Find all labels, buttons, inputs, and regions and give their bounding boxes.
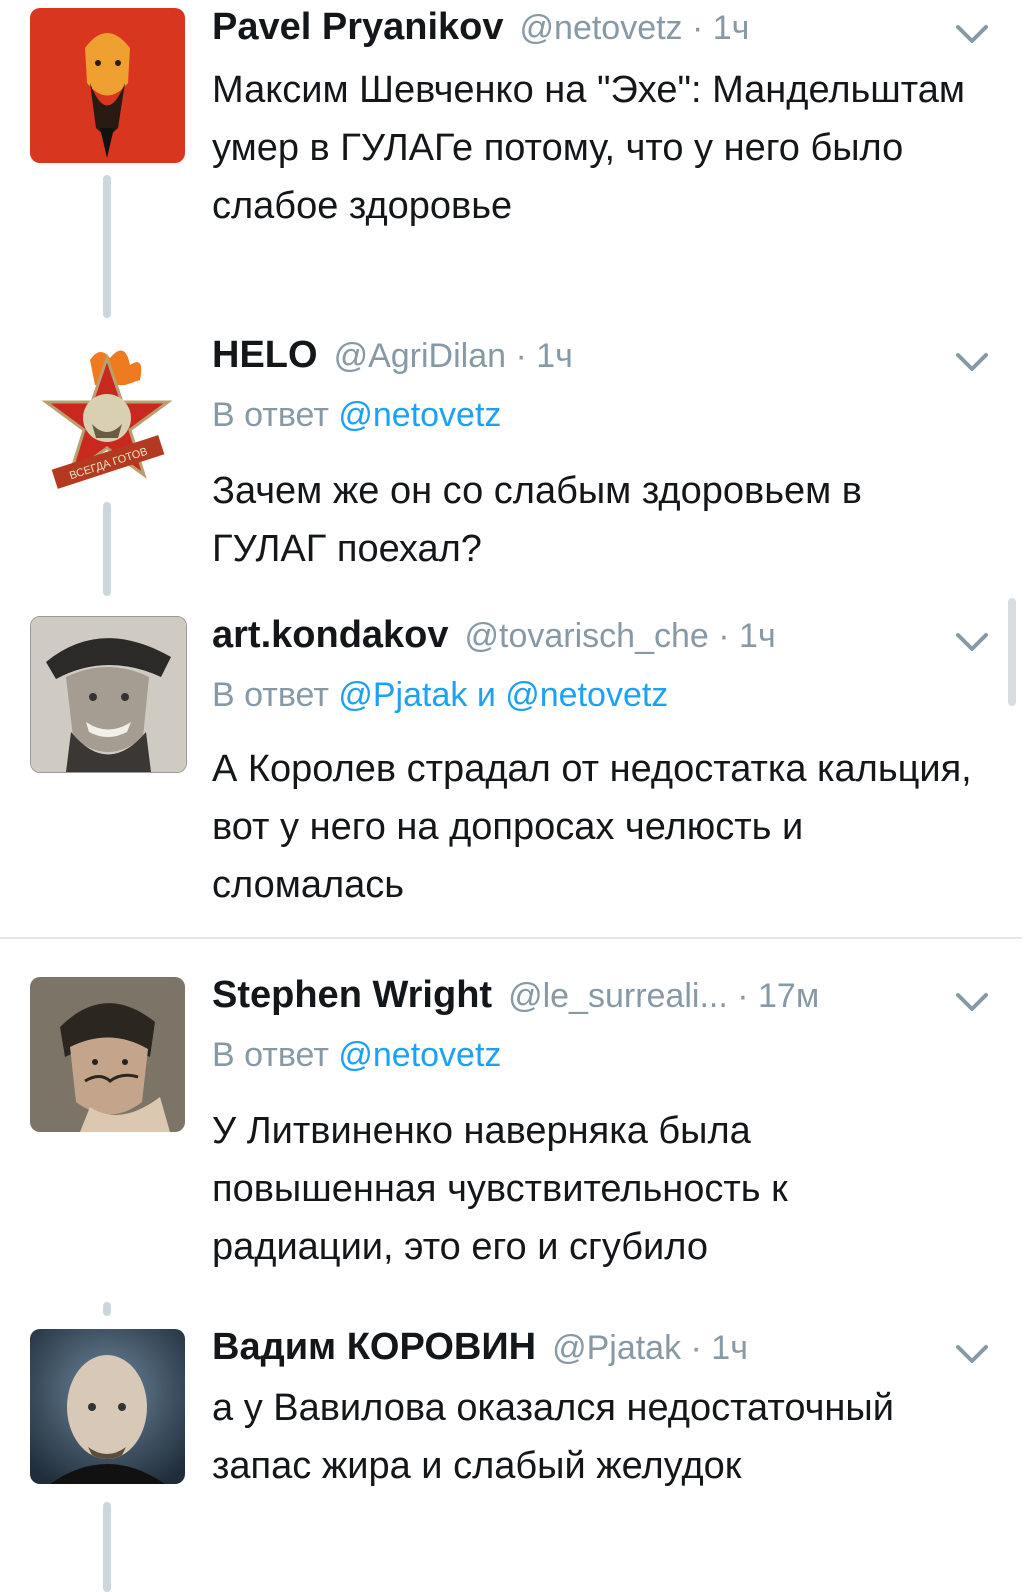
- tweet-text: а у Вавилова оказался недостаточный запа…: [212, 1387, 894, 1487]
- author-name[interactable]: HELO: [212, 334, 318, 377]
- tweet-text: Максим Шевченко на "Эхе": Мандельштам ум…: [212, 69, 966, 227]
- avatar[interactable]: [30, 977, 185, 1132]
- tweet-text: У Литвиненко наверняка была повышенная ч…: [212, 1110, 788, 1268]
- reply-mention-link[interactable]: @netovetz: [338, 1036, 501, 1074]
- tweet-header: Pavel Pryanikov @netovetz · 1ч: [212, 6, 749, 66]
- author-handle-time[interactable]: @Pjatak · 1ч: [552, 1329, 748, 1368]
- author-name[interactable]: Pavel Pryanikov: [212, 6, 504, 49]
- tweet-header: art.kondakov @tovarisch_che · 1ч: [212, 614, 776, 674]
- chevron-down-icon[interactable]: [954, 22, 990, 46]
- author-name[interactable]: art.kondakov: [212, 614, 449, 657]
- thread-line-stub: [103, 1302, 111, 1316]
- chevron-down-icon[interactable]: [954, 990, 990, 1014]
- chevron-down-icon[interactable]: [954, 1342, 990, 1366]
- author-handle-time[interactable]: @netovetz · 1ч: [520, 9, 750, 48]
- reply-prefix: В ответ: [212, 396, 329, 434]
- chevron-down-icon[interactable]: [954, 350, 990, 374]
- che-portrait-icon: [31, 617, 186, 772]
- author-name[interactable]: Вадим КОРОВИН: [212, 1326, 536, 1369]
- author-handle-time[interactable]: @AgriDilan · 1ч: [334, 337, 573, 376]
- reply-mention-link[interactable]: @Pjatak и @netovetz: [338, 676, 668, 714]
- tweet-header: Вадим КОРОВИН @Pjatak · 1ч: [212, 1326, 748, 1386]
- chevron-down-icon[interactable]: [954, 630, 990, 654]
- reply-mention-link[interactable]: @netovetz: [338, 396, 501, 434]
- mustache-portrait-icon: [30, 977, 185, 1132]
- avatar[interactable]: [30, 8, 185, 163]
- avatar[interactable]: [30, 616, 187, 773]
- thread-divider: [0, 937, 1022, 939]
- tweet-header: HELO @AgriDilan · 1ч: [212, 334, 573, 394]
- reply-prefix: В ответ: [212, 676, 329, 714]
- portrait-red-icon: [30, 8, 185, 163]
- tweet-text: А Королев страдал от недостатка кальция,…: [212, 748, 972, 906]
- thread-line: [103, 502, 111, 596]
- reply-context: В ответ @Pjatak и @netovetz: [212, 676, 668, 715]
- thread-line: [103, 175, 111, 318]
- author-name[interactable]: Stephen Wright: [212, 974, 492, 1017]
- reply-context: В ответ @netovetz: [212, 396, 501, 435]
- avatar[interactable]: ВСЕГДА ГОТОВ: [30, 340, 185, 495]
- reply-context: В ответ @netovetz: [212, 1036, 501, 1075]
- avatar[interactable]: [30, 1329, 185, 1484]
- author-handle-time[interactable]: @tovarisch_che · 1ч: [465, 617, 776, 656]
- scrollbar[interactable]: [1008, 598, 1016, 706]
- author-handle-time[interactable]: @le_surreali... · 17м: [508, 977, 819, 1016]
- tweet-text: Зачем же он со слабым здоровьем в ГУЛАГ …: [212, 470, 862, 570]
- pioneer-badge-icon: ВСЕГДА ГОТОВ: [41, 350, 173, 489]
- reply-prefix: В ответ: [212, 1036, 329, 1074]
- tweet-header: Stephen Wright @le_surreali... · 17м: [212, 974, 819, 1034]
- thread-line: [103, 1502, 111, 1592]
- bald-man-portrait-icon: [30, 1329, 185, 1484]
